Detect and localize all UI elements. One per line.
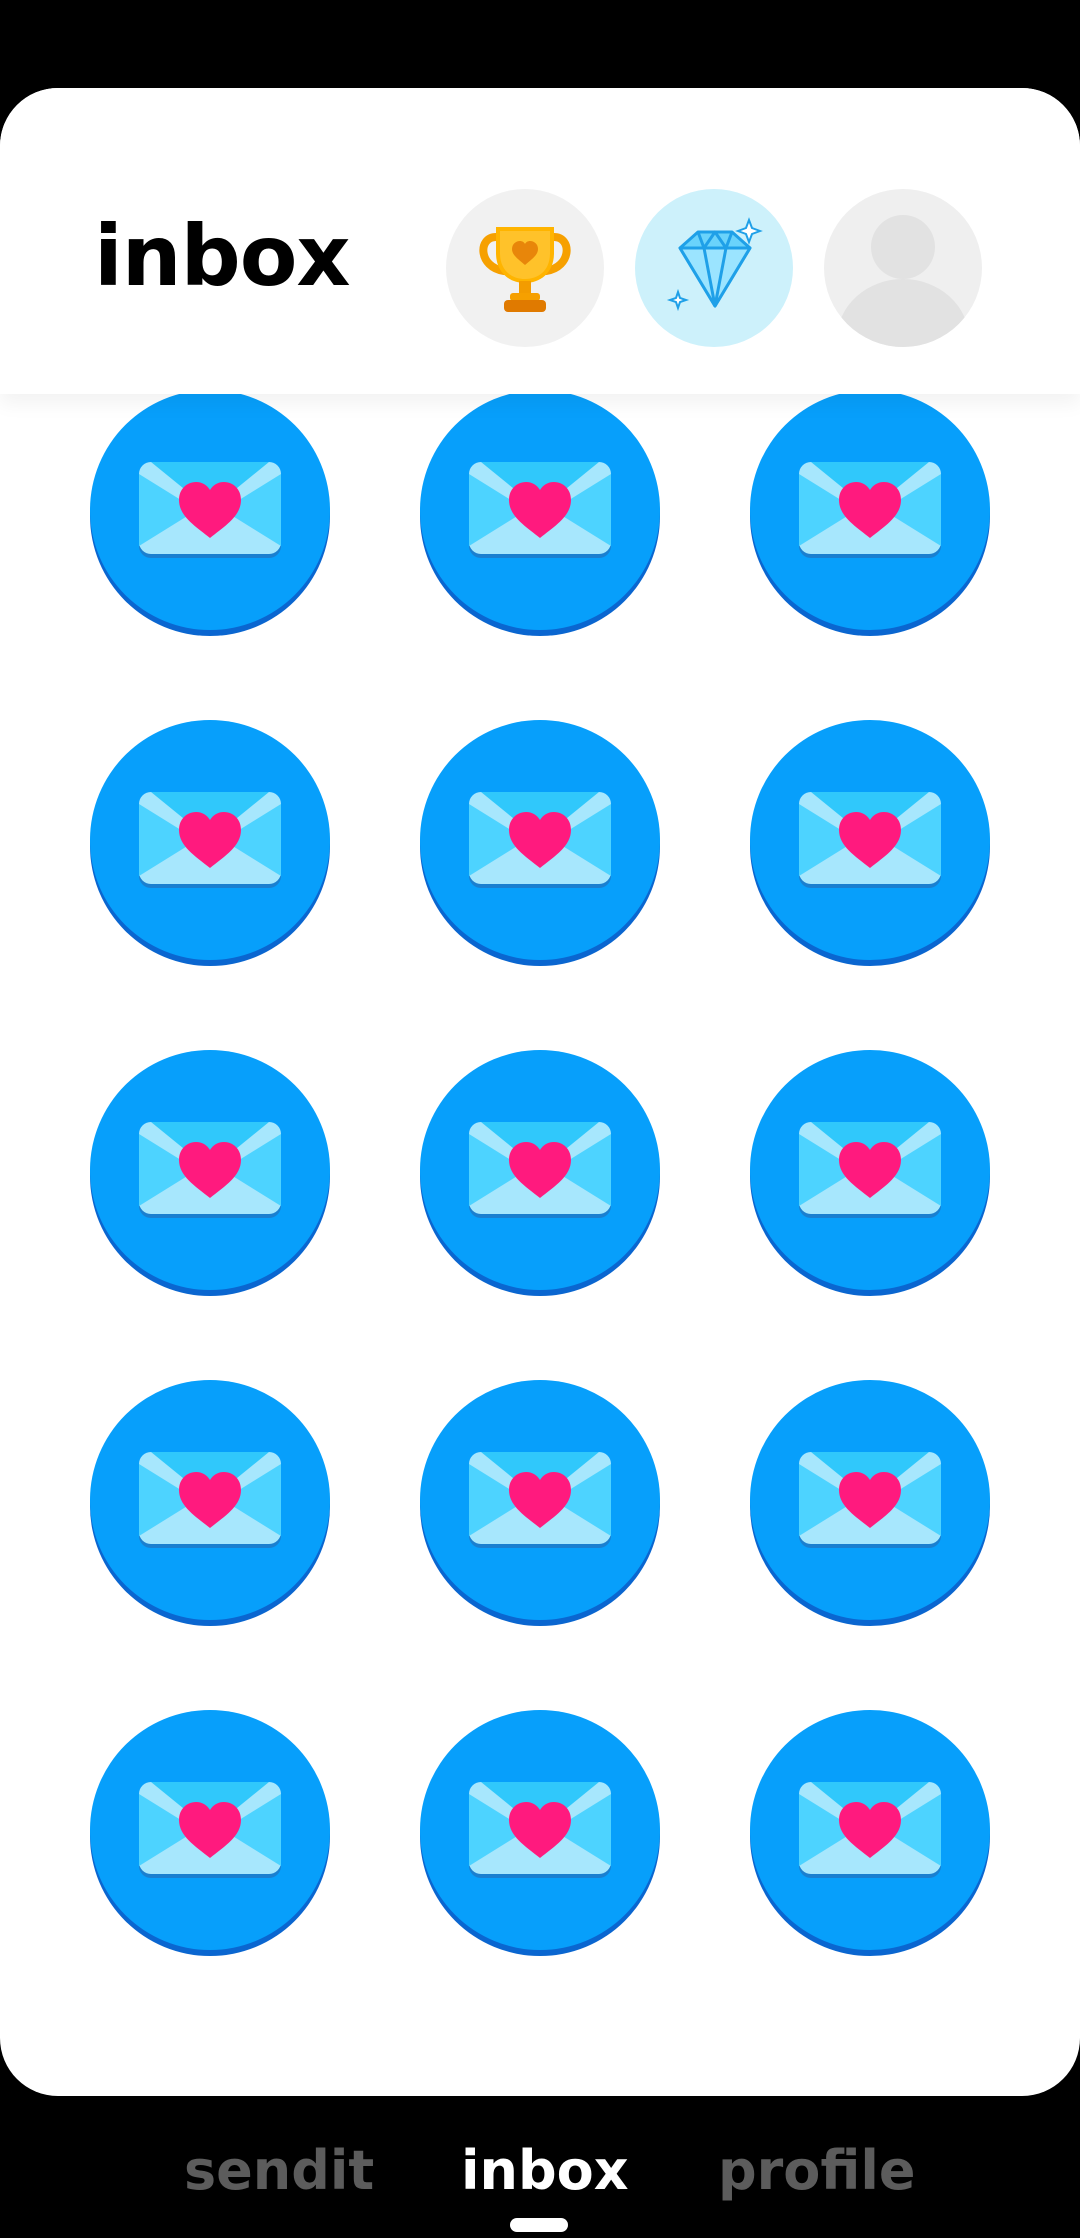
message-disc [90,1050,330,1290]
message-disc [750,720,990,960]
message-disc [750,1050,990,1290]
message-disc [90,1710,330,1950]
avatar-button[interactable] [824,189,982,347]
heart-envelope-icon [799,1782,941,1878]
tab-inbox[interactable]: inbox [461,2144,629,2198]
message-item[interactable] [750,390,990,636]
heart-envelope-icon [139,1452,281,1548]
heart-envelope-icon [469,462,611,558]
message-item[interactable] [750,1050,990,1296]
inbox-card: inbox [0,88,1080,2096]
trophy-button[interactable] [446,189,604,347]
message-disc [420,720,660,960]
heart-envelope-icon [139,1122,281,1218]
message-item[interactable] [750,1380,990,1626]
heart-envelope-icon [139,462,281,558]
message-item[interactable] [750,1710,990,1956]
message-disc [90,1380,330,1620]
message-item[interactable] [90,1710,330,1956]
message-disc [420,1050,660,1290]
message-disc [90,390,330,630]
heart-envelope-icon [799,462,941,558]
message-item[interactable] [420,1380,660,1626]
message-disc [750,390,990,630]
message-item[interactable] [420,720,660,966]
message-disc [750,1380,990,1620]
message-item[interactable] [420,390,660,636]
heart-envelope-icon [469,1782,611,1878]
heart-envelope-icon [469,792,611,888]
heart-envelope-icon [799,1122,941,1218]
diamond-icon [666,217,763,312]
trophy-icon [479,227,571,312]
heart-envelope-icon [139,1782,281,1878]
message-item[interactable] [90,720,330,966]
message-disc [750,1710,990,1950]
avatar-icon [837,215,969,347]
message-disc [420,1380,660,1620]
message-item[interactable] [420,1050,660,1296]
home-indicator [510,2218,568,2232]
message-item[interactable] [750,720,990,966]
heart-envelope-icon [139,792,281,888]
heart-envelope-icon [799,792,941,888]
message-item[interactable] [420,1710,660,1956]
message-item[interactable] [90,1380,330,1626]
tab-sendit[interactable]: sendit [184,2144,374,2198]
header: inbox [0,88,1080,394]
page-title: inbox [94,207,351,305]
message-disc [420,390,660,630]
message-item[interactable] [90,1050,330,1296]
message-disc [90,720,330,960]
bottom-nav: sendit inbox profile [0,2096,1080,2238]
heart-envelope-icon [799,1452,941,1548]
heart-envelope-icon [469,1122,611,1218]
message-item[interactable] [90,390,330,636]
tab-profile[interactable]: profile [718,2144,916,2198]
gems-button[interactable] [635,189,793,347]
message-disc [420,1710,660,1950]
heart-envelope-icon [469,1452,611,1548]
